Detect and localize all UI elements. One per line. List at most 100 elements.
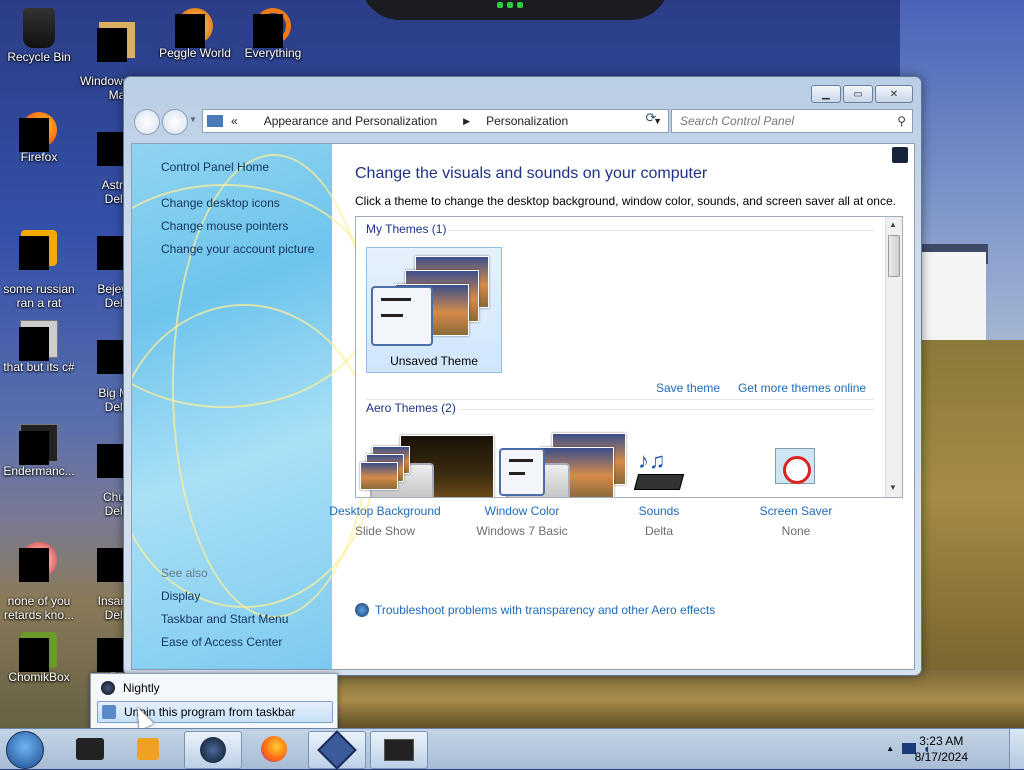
desktop-icon-none-of-you[interactable]: none of you retards kno... <box>0 528 78 622</box>
search-app-icon <box>253 8 291 48</box>
desktop-icon-label: ChomikBox <box>8 670 70 684</box>
sounds-item[interactable]: ♪♫ Sounds Delta <box>594 444 724 538</box>
virtualbox-icon <box>317 730 357 770</box>
jumplist-item-nightly[interactable]: Nightly <box>97 678 331 698</box>
see-also-heading: See also <box>161 566 208 580</box>
taskbar-firefox[interactable] <box>246 731 302 767</box>
desktop-icon-everything[interactable]: Everything <box>234 8 312 60</box>
desktop-background-value: Slide Show <box>354 524 416 538</box>
main-pane: Change the visuals and sounds on your co… <box>329 144 914 669</box>
themes-scrollbar[interactable]: ▲ ▼ <box>885 217 902 497</box>
taskbar-start-menu-link[interactable]: Taskbar and Start Menu <box>161 612 288 626</box>
address-bar[interactable]: « Appearance and Personalization ▶ Perso… <box>202 109 669 133</box>
change-mouse-pointers-link[interactable]: Change mouse pointers <box>161 219 288 233</box>
firefox-icon <box>19 112 57 152</box>
preview-bar <box>381 314 403 317</box>
page-title: Change the visuals and sounds on your co… <box>355 165 708 182</box>
desktop-icon-label: that but its c# <box>3 360 75 374</box>
minimize-button[interactable]: ▁ <box>811 85 841 103</box>
search-input[interactable]: Search Control Panel ⚲ <box>671 109 913 133</box>
desktop-icon-chomikbox[interactable]: ChomikBox <box>0 632 78 684</box>
show-hidden-icons[interactable]: ▲ <box>886 744 894 753</box>
folder-icon <box>19 320 58 361</box>
breadcrumb-arrow-icon[interactable]: ▶ <box>463 116 470 127</box>
get-more-themes-link[interactable]: Get more themes online <box>738 381 866 395</box>
window-color-item[interactable]: Window Color Windows 7 Basic <box>457 444 587 538</box>
maximize-button[interactable]: ▭ <box>843 85 873 103</box>
desktop-icon-label: none of you retards kno... <box>3 594 75 622</box>
control-panel-home-link[interactable]: Control Panel Home <box>161 160 269 174</box>
navigation-row: ▼ « Appearance and Personalization ▶ Per… <box>132 107 913 135</box>
desktop-icon-recycle-bin[interactable]: Recycle Bin <box>0 8 78 64</box>
left-navigation-pane: Control Panel Home Change desktop icons … <box>132 144 376 669</box>
taskbar-virtualbox[interactable] <box>308 730 366 770</box>
close-button[interactable]: ✕ <box>875 85 913 103</box>
caption-buttons: ▁ ▭ ✕ <box>811 85 913 103</box>
unsaved-theme-tile[interactable]: Unsaved Theme <box>366 247 502 373</box>
desktop-icon-endermanc[interactable]: Endermanc... <box>0 424 78 478</box>
desktop-icon-some-russian[interactable]: some russian ran a rat <box>0 216 78 310</box>
desktop-background-label: Desktop Background <box>329 504 441 518</box>
nightly-icon <box>101 681 115 695</box>
back-button[interactable] <box>134 109 160 135</box>
troubleshoot-link[interactable]: Troubleshoot problems with transparency … <box>355 603 715 617</box>
troubleshoot-label: Troubleshoot problems with transparency … <box>375 603 716 617</box>
start-button[interactable] <box>6 731 44 769</box>
top-dark-shape <box>360 0 670 20</box>
change-account-picture-link[interactable]: Change your account picture <box>161 242 314 256</box>
taskbar-app-1[interactable] <box>62 731 118 767</box>
recycle-bin-icon <box>23 8 55 48</box>
desktop-background-item[interactable]: Desktop Background Slide Show <box>320 444 450 538</box>
search-placeholder: Search Control Panel <box>680 114 795 128</box>
clock[interactable]: 3:23 AM 8/17/2024 <box>915 733 968 765</box>
taskbar-media-player[interactable] <box>120 731 176 767</box>
group-divider <box>460 409 874 410</box>
preview-bar <box>381 298 411 301</box>
scroll-up-icon[interactable]: ▲ <box>889 220 897 229</box>
window-color-preview <box>371 286 433 346</box>
wallpaper-bottom-field <box>335 670 1024 730</box>
green-dot <box>517 2 523 8</box>
clock-date: 8/17/2024 <box>914 750 968 764</box>
ease-of-access-link[interactable]: Ease of Access Center <box>161 635 282 649</box>
search-icon[interactable]: ⚲ <box>897 114 906 128</box>
app-icon <box>19 424 58 465</box>
save-theme-link[interactable]: Save theme <box>656 381 720 395</box>
firefox-icon <box>261 736 287 762</box>
refresh-icon[interactable]: ⟳ <box>640 110 662 130</box>
sounds-label: Sounds <box>638 504 680 518</box>
window-color-icon <box>495 444 549 498</box>
screen-saver-item[interactable]: Screen Saver None <box>731 444 861 538</box>
desktop-icon-firefox[interactable]: Firefox <box>0 112 78 164</box>
taskbar-control-panel[interactable] <box>370 731 428 769</box>
unsaved-theme-label: Unsaved Theme <box>390 354 478 368</box>
breadcrumb-appearance[interactable]: Appearance and Personalization <box>264 114 437 128</box>
group-divider <box>366 399 874 400</box>
breadcrumb-personalization[interactable]: Personalization <box>486 114 568 128</box>
screen-saver-icon <box>769 444 823 498</box>
display-link[interactable]: Display <box>161 589 200 603</box>
preview-bar <box>509 459 533 462</box>
scroll-thumb[interactable] <box>888 235 900 277</box>
media-player-icon <box>137 738 159 760</box>
keyboard-icon <box>633 474 685 490</box>
desktop-background-icon <box>358 444 412 498</box>
desktop-icon-peggle-world[interactable]: Peggle World <box>156 8 234 60</box>
desktop-icon-label: Endermanc... <box>3 464 75 478</box>
forward-button[interactable] <box>162 109 188 135</box>
desktop-icon-label: Everything <box>244 46 302 60</box>
music-note-icon: ♪♫ <box>638 448 666 473</box>
address-overflow[interactable]: « <box>231 114 238 128</box>
app-icon <box>76 738 104 760</box>
scroll-down-icon[interactable]: ▼ <box>889 483 897 492</box>
help-icon[interactable] <box>892 147 908 163</box>
show-desktop-button[interactable] <box>1009 729 1024 769</box>
control-panel-icon <box>207 115 223 127</box>
page-description: Click a theme to change the desktop back… <box>355 194 896 208</box>
taskbar-nightly[interactable] <box>184 731 242 769</box>
app-icon <box>19 632 57 672</box>
desktop-icon-that-but-its-cs[interactable]: that but its c# <box>0 320 78 374</box>
change-desktop-icons-link[interactable]: Change desktop icons <box>161 196 280 210</box>
jumplist-label: Nightly <box>123 681 160 695</box>
recent-pages-arrow-icon[interactable]: ▼ <box>189 115 197 124</box>
